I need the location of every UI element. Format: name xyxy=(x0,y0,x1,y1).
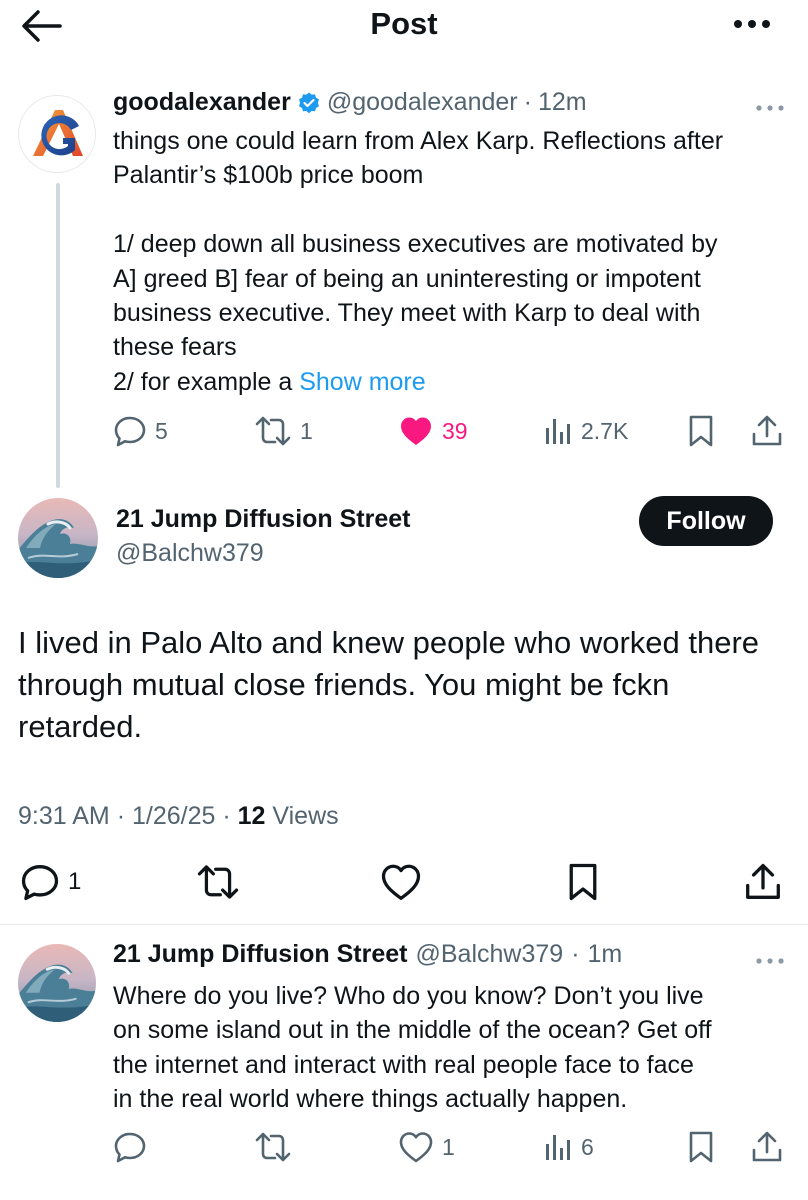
post-text-line: things one could learn from Alex Karp. R… xyxy=(113,127,724,155)
follow-button[interactable]: Follow xyxy=(639,496,773,546)
views-count: 2.7K xyxy=(581,417,629,444)
repost-icon xyxy=(255,1132,291,1162)
views-chart-icon xyxy=(546,419,570,444)
thread-connector-line xyxy=(56,183,60,488)
post-more-button[interactable] xyxy=(752,951,788,971)
goodalexander-logo-icon xyxy=(33,110,83,156)
post-header: goodalexander @goodalexander · 12m xyxy=(113,88,587,117)
author-name[interactable]: 21 Jump Diffusion Street xyxy=(116,505,411,534)
post-time[interactable]: 9:31 AM xyxy=(18,802,110,830)
verified-badge-icon xyxy=(297,91,321,115)
post-text-line: through mutual close friends. You might … xyxy=(18,667,670,702)
post-text-line: retarded. xyxy=(18,709,143,744)
post-text-line: the internet and interact with real peop… xyxy=(113,1050,694,1079)
divider xyxy=(0,924,808,925)
post-text-fragment: 2/ for example a xyxy=(113,367,300,396)
more-horizontal-icon xyxy=(734,20,770,28)
author-handle[interactable]: @goodalexander xyxy=(327,88,518,117)
post-date[interactable]: 1/26/25 xyxy=(132,802,215,830)
bookmark-icon xyxy=(569,863,597,901)
separator-dot: · xyxy=(571,940,580,968)
avatar[interactable] xyxy=(18,944,96,1022)
bookmark-button[interactable] xyxy=(686,414,716,448)
post-text-line: I lived in Palo Alto and knew people who… xyxy=(18,625,760,660)
more-options-button[interactable] xyxy=(732,12,772,36)
reply-icon xyxy=(21,865,59,901)
reply-count: 1 xyxy=(68,868,82,895)
repost-button[interactable] xyxy=(254,1130,292,1164)
post-text: Where do you live? Who do you know? Don’… xyxy=(113,979,803,1117)
share-icon xyxy=(746,863,780,899)
heart-filled-icon xyxy=(401,417,431,445)
heart-icon xyxy=(381,864,421,900)
views-label: Views xyxy=(272,802,339,830)
author-name[interactable]: 21 Jump Diffusion Street xyxy=(113,940,408,969)
more-horizontal-icon xyxy=(756,958,784,964)
reply-button[interactable]: 5 xyxy=(113,414,168,448)
post-text-line: A] greed B] fear of being an uninteresti… xyxy=(113,264,701,293)
repost-count: 1 xyxy=(300,417,313,444)
share-icon xyxy=(752,415,782,446)
post-time[interactable]: 1m xyxy=(588,940,623,969)
repost-button[interactable] xyxy=(196,862,240,902)
repost-icon xyxy=(197,865,239,899)
share-button[interactable] xyxy=(750,414,784,448)
share-icon xyxy=(752,1131,782,1162)
post-text-line xyxy=(113,193,793,227)
separator-dot: · xyxy=(116,802,126,830)
avatar[interactable] xyxy=(18,498,98,578)
post-metadata: 9:31 AM · 1/26/25 · 12 Views xyxy=(18,802,339,831)
views-count: 12 xyxy=(237,802,266,830)
post-text-line: these fears xyxy=(113,333,237,362)
separator-dot: · xyxy=(222,802,231,830)
avatar[interactable] xyxy=(18,95,96,173)
separator-dot: · xyxy=(523,88,532,116)
views-button[interactable]: 6 xyxy=(543,1130,594,1164)
like-button[interactable]: 1 xyxy=(398,1130,455,1164)
post-header: 21 Jump Diffusion Street @Balchw379 · 1m xyxy=(113,940,622,969)
share-button[interactable] xyxy=(750,1130,784,1164)
post-text-line: 2/ for example a Show more xyxy=(113,365,793,399)
post-text-line: 1/ deep down all business executives are… xyxy=(113,230,718,259)
author-handle[interactable]: @Balchw379 xyxy=(116,539,264,568)
like-button[interactable] xyxy=(380,862,422,902)
post-time[interactable]: 12m xyxy=(538,88,587,117)
reply-count: 5 xyxy=(155,417,168,444)
reply-button[interactable]: 1 xyxy=(20,862,81,902)
bookmark-button[interactable] xyxy=(686,1130,716,1164)
bookmark-button[interactable] xyxy=(565,862,601,902)
like-count: 1 xyxy=(442,1133,455,1160)
reply-icon xyxy=(114,416,146,447)
post-text-line: on some island out in the middle of the … xyxy=(113,1016,712,1045)
post-text-line: business executive. They meet with Karp … xyxy=(113,299,701,328)
page-title: Post xyxy=(370,6,438,41)
repost-icon xyxy=(255,416,291,446)
wave-painting-avatar-icon xyxy=(18,944,96,1022)
post-text-line: Palantir’s $100b price boom xyxy=(113,161,424,190)
reply-icon xyxy=(114,1132,146,1163)
show-more-link[interactable]: Show more xyxy=(299,368,425,396)
post-text: I lived in Palo Alto and knew people who… xyxy=(18,622,798,748)
post-more-button[interactable] xyxy=(752,98,788,118)
post-text: things one could learn from Alex Karp. R… xyxy=(113,124,793,399)
bookmark-icon xyxy=(689,415,713,447)
wave-painting-avatar-icon xyxy=(18,498,98,578)
like-button[interactable]: 39 xyxy=(398,414,468,448)
reply-button[interactable] xyxy=(113,1130,147,1164)
views-count: 6 xyxy=(581,1133,594,1160)
share-button[interactable] xyxy=(743,862,783,902)
bookmark-icon xyxy=(689,1131,713,1163)
post-text-line: in the real world where things actually … xyxy=(113,1085,628,1114)
author-name[interactable]: goodalexander xyxy=(113,88,291,117)
more-horizontal-icon xyxy=(756,105,784,111)
like-count: 39 xyxy=(442,417,468,444)
post-text-line: Where do you live? Who do you know? Don’… xyxy=(113,982,704,1010)
repost-button[interactable]: 1 xyxy=(254,414,313,448)
views-button[interactable]: 2.7K xyxy=(543,414,628,448)
heart-icon xyxy=(399,1132,433,1163)
author-handle[interactable]: @Balchw379 xyxy=(416,940,564,969)
views-chart-icon xyxy=(546,1135,570,1160)
